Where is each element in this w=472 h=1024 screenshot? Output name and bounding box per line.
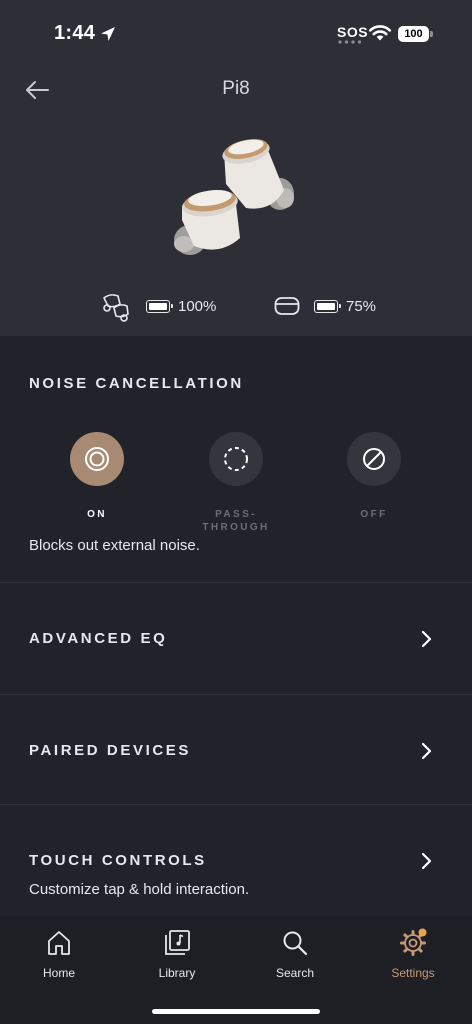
touch-controls-row[interactable]: TOUCH CONTROLS Customize tap & hold inte… [0,805,472,916]
nc-on-button[interactable] [70,432,124,486]
paired-devices-label: PAIRED DEVICES [29,742,191,759]
gear-icon [400,928,427,956]
touch-controls-label: TOUCH CONTROLS [29,852,207,869]
status-battery-icon: 100 [398,24,434,44]
nc-pass-through-label-line1: PASS- [215,509,257,520]
tab-search[interactable]: Search [250,928,340,980]
case-battery-level: 75% [346,297,377,315]
nc-pass-through-button[interactable] [209,432,263,486]
earbuds-battery: 100% [100,290,216,322]
tab-settings-label: Settings [391,966,435,980]
earbuds-battery-icon [146,299,173,313]
tab-bar: Home Library Search Settings [0,916,472,1024]
nc-option-pass-through[interactable]: PASS- THROUGH [186,432,286,534]
status-battery-level: 100 [404,28,423,40]
tab-home[interactable]: Home [14,928,104,980]
status-time: 1:44 [54,22,96,44]
tab-library-label: Library [158,966,196,980]
tab-library[interactable]: Library [132,928,222,980]
chevron-right-icon [421,852,432,870]
search-icon [283,931,308,956]
sos-indicator: SOS [337,24,369,40]
home-indicator [152,1009,320,1014]
nc-pass-through-label: PASS- THROUGH [186,508,286,534]
tab-settings[interactable]: Settings [368,928,458,980]
nc-off-label: OFF [360,509,388,520]
advanced-eq-label: ADVANCED EQ [29,630,168,647]
noise-cancelling-icon [85,447,109,471]
tab-search-label: Search [275,966,315,980]
earbuds-product-image [174,139,294,255]
off-slash-icon [363,448,385,470]
touch-controls-subtitle: Customize tap & hold interaction. [29,881,250,898]
pass-through-icon [224,447,248,471]
case-battery-icon [314,299,341,313]
earbuds-battery-level: 100% [178,297,217,315]
library-icon [165,930,190,955]
location-arrow-icon [101,27,115,41]
signal-dots-icon [338,40,362,44]
chevron-right-icon [421,630,432,648]
notification-dot [418,928,427,937]
nc-on-label: ON [87,509,107,520]
nc-description: Blocks out external noise. [29,537,200,554]
nc-off-button[interactable] [347,432,401,486]
noise-cancellation-title: NOISE CANCELLATION [29,375,244,392]
charging-case-icon [274,297,300,315]
earbuds-icon [103,294,129,322]
wifi-icon [368,25,392,41]
home-icon [48,931,70,955]
tab-home-label: Home [42,966,75,980]
nc-option-on[interactable]: ON [47,432,147,521]
nc-pass-through-label-line2: THROUGH [202,522,270,533]
paired-devices-row[interactable]: PAIRED DEVICES [0,695,472,804]
chevron-right-icon [421,742,432,760]
case-battery: 75% [274,290,376,322]
nc-option-off[interactable]: OFF [324,432,424,521]
page-title: Pi8 [222,78,250,99]
advanced-eq-row[interactable]: ADVANCED EQ [0,583,472,694]
